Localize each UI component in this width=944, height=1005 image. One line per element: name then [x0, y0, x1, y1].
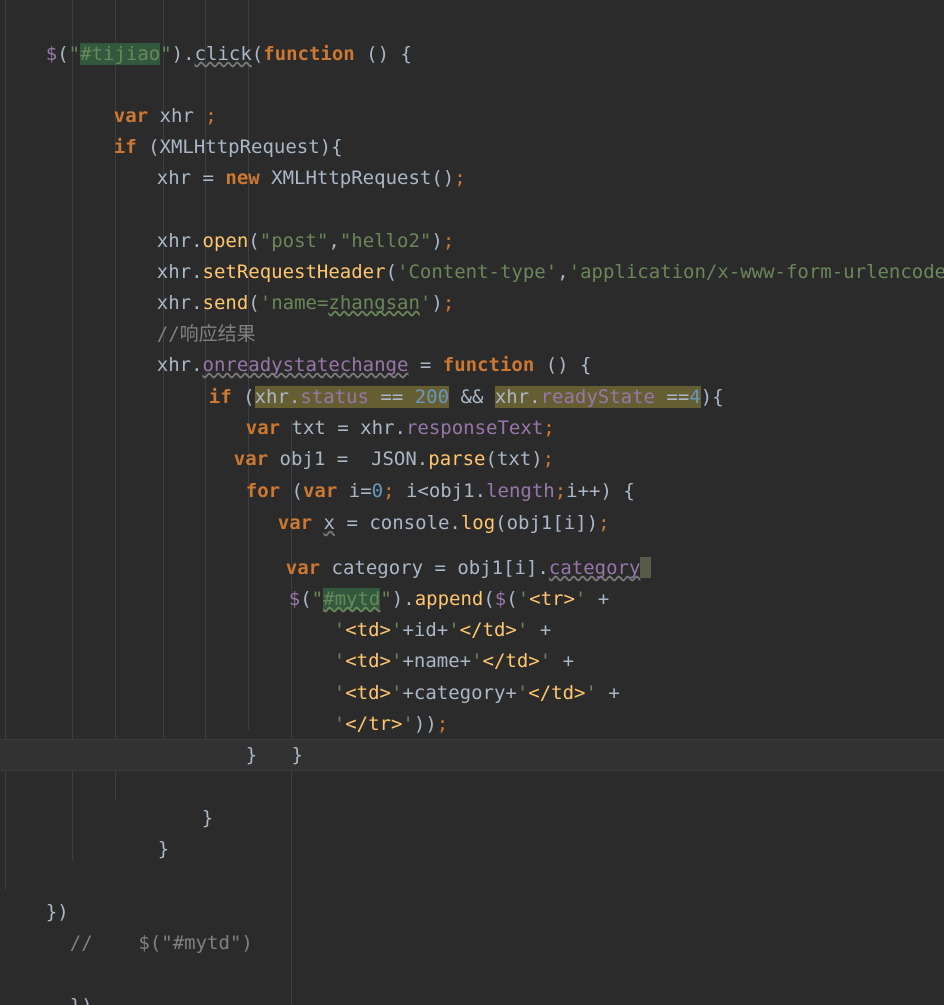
code-line-var-x-console[interactable]: var x = console.log(obj1[i]); — [232, 477, 610, 534]
header-value-literal: 'application/x-www-form-urlencoded' — [568, 261, 944, 283]
code-line-td-name[interactable]: '<td>'+name+'</td>' + — [288, 615, 574, 672]
code-line-close-brace-1[interactable]: } — [156, 772, 213, 829]
current-line-highlight — [0, 739, 944, 771]
code-line-append-open[interactable]: $("#mytd").append($('<tr>' + — [243, 553, 609, 610]
code-line-close-call-2[interactable]: }) — [24, 960, 93, 1005]
code-editor-viewport[interactable]: $("#tijiao").click(function () { $("#tij… — [0, 0, 944, 1005]
click-method: click — [194, 43, 252, 65]
code-line-close-brace-2[interactable]: } — [112, 803, 169, 860]
code-line-onreadystatechange[interactable]: xhr.onreadystatechange = function () { — [111, 319, 592, 376]
code-line-if-xmlhttprequest[interactable]: if (XMLHttpRequest){ — [68, 101, 343, 158]
code-line-var-category[interactable]: var category = obj1[i].category — [240, 522, 652, 579]
text-caret — [640, 557, 652, 578]
selector-tijiao-highlight: #tijiao — [80, 43, 161, 65]
code-line-td-id[interactable]: '<td>'+id+'</td>' + — [288, 584, 551, 641]
jquery-dollar-icon: $ — [45, 43, 58, 65]
ready-state-value: 4 — [689, 386, 701, 408]
code-line-close-call-1[interactable]: }) — [0, 866, 69, 923]
code-line-tijiao[interactable]: $("#tijiao").click(function () { — [0, 8, 412, 65]
code-line-for-loop[interactable]: for (var i=0; i<obj1.length;i++) { — [200, 445, 635, 502]
code-line-set-request-header[interactable]: xhr.setRequestHeader('Content-type','app… — [111, 226, 944, 283]
code-line-var-txt[interactable]: var txt = xhr.responseText; — [200, 382, 555, 439]
code-line-comment-response: //响应结果 — [111, 288, 256, 345]
code-line-tr-close[interactable]: '</tr>')); — [288, 678, 448, 735]
code-line-if-status[interactable]: if (xhr.status == 200 && xhr.readyState … — [163, 351, 724, 408]
code-line-td-category[interactable]: '<td>'+category+'</td>' + — [288, 647, 620, 704]
code-line-xhr-send[interactable]: xhr.send('name=zhangsan'); — [111, 257, 455, 314]
payload-literal: zhangsan — [328, 292, 420, 314]
code-line-comment-mytd: // $("#mytd") — [24, 897, 253, 954]
comment-mytd-text: // $("#mytd") — [69, 932, 253, 954]
code-line-var-xhr[interactable]: var xhr ; — [68, 70, 217, 127]
code-line-xhr-open[interactable]: xhr.open("post","hello2"); — [111, 195, 455, 252]
code-line-new-xhr[interactable]: xhr = new XMLHttpRequest(); — [111, 132, 466, 189]
code-line-var-obj1[interactable]: var obj1 = JSON.parse(txt); — [188, 413, 554, 470]
code-line-close-braces-pair[interactable]: } } — [200, 709, 303, 766]
